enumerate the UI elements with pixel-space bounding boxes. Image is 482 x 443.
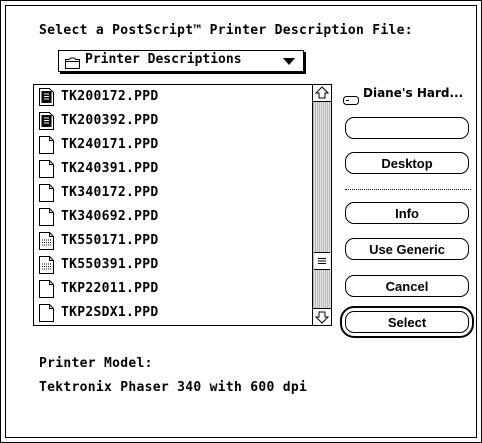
printer-model-value: Tektronix Phaser 340 with 600 dpi bbox=[39, 380, 308, 395]
button-separator bbox=[345, 189, 471, 190]
select-button[interactable]: Select bbox=[345, 311, 469, 333]
folder-popup-label: Printer Descriptions bbox=[85, 52, 242, 67]
blank-document-icon bbox=[39, 208, 55, 230]
file-name: TK240391.PPD bbox=[61, 161, 159, 176]
chevron-down-icon bbox=[283, 58, 295, 65]
scroll-up-button[interactable] bbox=[313, 85, 331, 102]
folder-popup-menu[interactable]: Printer Descriptions bbox=[58, 50, 304, 72]
hard-disk-icon bbox=[343, 90, 359, 109]
file-list-item[interactable]: TKP2SDX1.PPD bbox=[34, 301, 308, 325]
file-list-rows: TK200172.PPD TK200392.PPD TK240171.PPD TK24… bbox=[34, 85, 308, 325]
file-name: TK200392.PPD bbox=[61, 113, 159, 128]
file-list-item[interactable]: TK340692.PPD bbox=[34, 205, 308, 229]
blank-document-icon bbox=[39, 304, 55, 325]
file-list-item[interactable]: TK550171.PPD bbox=[34, 229, 308, 253]
scrollbar-track[interactable] bbox=[313, 102, 331, 308]
file-name: TK550391.PPD bbox=[61, 257, 159, 272]
file-list-item[interactable]: TK200392.PPD bbox=[34, 109, 308, 133]
scroll-down-button[interactable] bbox=[313, 308, 331, 325]
file-list[interactable]: TK200172.PPD TK200392.PPD TK240171.PPD TK24… bbox=[33, 84, 332, 326]
file-list-item[interactable]: TK200172.PPD bbox=[34, 85, 308, 109]
desktop-button[interactable]: Desktop bbox=[345, 152, 469, 174]
text-document-icon bbox=[39, 256, 55, 278]
scrollbar-thumb[interactable] bbox=[314, 252, 330, 270]
file-list-item[interactable]: TK240171.PPD bbox=[34, 133, 308, 157]
scroll-down-arrow-icon bbox=[314, 311, 330, 324]
file-name: TK240171.PPD bbox=[61, 137, 159, 152]
cancel-button[interactable]: Cancel bbox=[345, 275, 469, 297]
file-name: TKP2SDX1.PPD bbox=[61, 305, 159, 320]
eject-button[interactable] bbox=[345, 117, 469, 139]
grip-lines-icon bbox=[318, 258, 326, 264]
vertical-scrollbar[interactable] bbox=[312, 85, 331, 325]
ppd-document-icon bbox=[39, 88, 55, 110]
file-name: TK340172.PPD bbox=[61, 185, 159, 200]
file-name: TKP22011.PPD bbox=[61, 281, 159, 296]
folder-icon bbox=[65, 54, 80, 73]
blank-document-icon bbox=[39, 280, 55, 302]
blank-document-icon bbox=[39, 136, 55, 158]
dialog-prompt: Select a PostScript™ Printer Description… bbox=[39, 23, 413, 38]
file-list-item[interactable]: TK240391.PPD bbox=[34, 157, 308, 181]
file-name: TK550171.PPD bbox=[61, 233, 159, 248]
printer-model-label: Printer Model: bbox=[39, 356, 153, 371]
ppd-select-dialog: Select a PostScript™ Printer Description… bbox=[0, 0, 482, 443]
scroll-up-arrow-icon bbox=[314, 86, 330, 99]
file-list-item[interactable]: TK340172.PPD bbox=[34, 181, 308, 205]
ppd-document-icon bbox=[39, 112, 55, 134]
blank-document-icon bbox=[39, 160, 55, 182]
use-generic-button[interactable]: Use Generic bbox=[345, 238, 469, 260]
file-list-item[interactable]: TK550391.PPD bbox=[34, 253, 308, 277]
blank-document-icon bbox=[39, 184, 55, 206]
info-button[interactable]: Info bbox=[345, 202, 469, 224]
text-document-icon bbox=[39, 232, 55, 254]
disk-name: Diane's Hard... bbox=[363, 86, 464, 100]
file-name: TK340692.PPD bbox=[61, 209, 159, 224]
file-list-item[interactable]: TKP22011.PPD bbox=[34, 277, 308, 301]
file-name: TK200172.PPD bbox=[61, 89, 159, 104]
